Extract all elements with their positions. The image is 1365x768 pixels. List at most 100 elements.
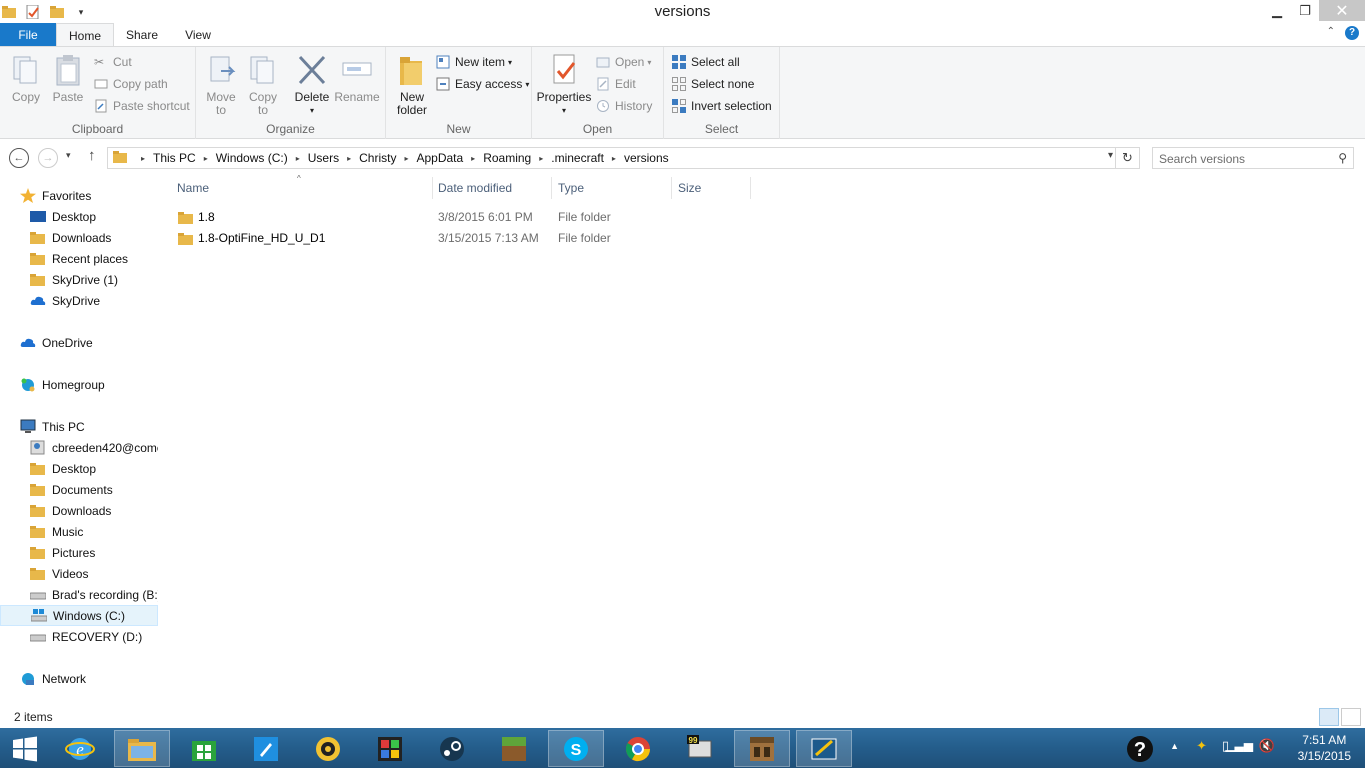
select-none-button[interactable]: Select none	[672, 74, 754, 94]
tab-home[interactable]: Home	[56, 23, 114, 48]
breadcrumb-item[interactable]: Users	[308, 151, 339, 165]
nav-pc-item[interactable]: RECOVERY (D:)	[0, 626, 158, 647]
network-signal-icon[interactable]: ▁▃▅	[1225, 738, 1253, 752]
copy-path-button[interactable]: Copy path	[94, 74, 168, 94]
media-player-icon[interactable]	[300, 730, 356, 767]
nav-fav-item[interactable]: Downloads	[0, 227, 158, 248]
volume-muted-icon[interactable]: 🔇	[1259, 738, 1275, 754]
column-size[interactable]: Size	[678, 175, 701, 201]
back-arrow-icon[interactable]: ←	[9, 148, 29, 168]
collapse-ribbon-icon[interactable]: ⌃	[1327, 26, 1335, 40]
store-icon[interactable]	[176, 730, 232, 767]
copy-button[interactable]: Copy	[8, 53, 44, 104]
puzzle-app-icon[interactable]	[362, 730, 418, 767]
cut-button[interactable]: ✂ Cut	[94, 52, 132, 72]
breadcrumb-separator-icon[interactable]: ▸	[612, 154, 616, 163]
breadcrumb-item[interactable]: Christy	[359, 151, 396, 165]
minecraft-icon[interactable]	[486, 730, 542, 767]
search-input[interactable]: Search versions ⚲	[1152, 147, 1354, 169]
nav-homegroup[interactable]: Homegroup	[0, 374, 158, 395]
nav-pc-item[interactable]: Brad's recording (B:)	[0, 584, 158, 605]
breadcrumb-item[interactable]: .minecraft	[551, 151, 604, 165]
address-bar[interactable]: ▸ This PC ▸ Windows (C:) ▸ Users ▸ Christy ▸ AppD…	[107, 147, 1140, 169]
up-arrow-icon[interactable]: ↑	[88, 147, 96, 164]
column-date-modified[interactable]: Date modified	[438, 175, 512, 201]
monitor-app-icon[interactable]: 99	[672, 730, 728, 767]
breadcrumb-item[interactable]: This PC	[153, 151, 196, 165]
history-button[interactable]: History	[596, 96, 652, 116]
drawing-app-icon[interactable]	[796, 730, 852, 767]
breadcrumb-item[interactable]: Roaming	[483, 151, 531, 165]
tab-view[interactable]: View	[176, 23, 220, 47]
start-button[interactable]	[0, 730, 50, 767]
maximize-icon[interactable]: ❐	[1291, 0, 1319, 21]
nav-favorites[interactable]: Favorites	[0, 185, 158, 206]
breadcrumb-item[interactable]: AppData	[416, 151, 463, 165]
nav-fav-item[interactable]: Recent places	[0, 248, 158, 269]
address-dropdown-icon[interactable]: ▾	[1108, 150, 1113, 161]
breadcrumb-separator-icon[interactable]: ▸	[347, 154, 351, 163]
nav-pc-item[interactable]: Videos	[0, 563, 158, 584]
rename-button[interactable]: Rename	[334, 53, 380, 104]
nav-pc-item[interactable]: Documents	[0, 479, 158, 500]
file-row[interactable]: 1.8 3/8/2015 6:01 PM File folder	[172, 207, 632, 228]
breadcrumb-item[interactable]: Windows (C:)	[216, 151, 288, 165]
invert-selection-button[interactable]: Invert selection	[672, 96, 772, 116]
column-divider[interactable]	[750, 177, 751, 199]
file-row[interactable]: 1.8-OptiFine_HD_U_D1 3/15/2015 7:13 AM Fil…	[172, 228, 632, 249]
breadcrumb-separator-icon[interactable]: ▸	[539, 154, 543, 163]
crafting-table-icon[interactable]	[734, 730, 790, 767]
tray-app-icon[interactable]: ✦	[1196, 738, 1207, 754]
column-name[interactable]: Name	[177, 175, 209, 201]
nav-pc-item[interactable]: Windows (C:)	[0, 605, 158, 626]
delete-dropdown-icon[interactable]: ▾	[292, 104, 332, 117]
column-divider[interactable]	[432, 177, 433, 199]
tab-file[interactable]: File	[0, 23, 56, 47]
nav-onedrive[interactable]: OneDrive	[0, 332, 158, 353]
chrome-icon[interactable]	[610, 730, 666, 767]
nav-pc-item[interactable]: Pictures	[0, 542, 158, 563]
edit-button[interactable]: Edit	[596, 74, 636, 94]
minimize-icon[interactable]: ▁	[1263, 0, 1291, 21]
refresh-icon[interactable]: ↻	[1115, 148, 1139, 168]
help-icon[interactable]: ?	[1345, 26, 1359, 40]
column-type[interactable]: Type	[558, 175, 584, 201]
internet-explorer-icon[interactable]: e	[52, 730, 108, 767]
breadcrumb-separator-icon[interactable]: ▸	[404, 154, 408, 163]
paste-shortcut-button[interactable]: Paste shortcut	[94, 96, 190, 116]
nav-pc-item[interactable]: cbreeden420@comc	[0, 437, 158, 458]
nav-network[interactable]: Network	[0, 668, 158, 689]
skype-icon[interactable]: S	[548, 730, 604, 767]
nav-pc-item[interactable]: Downloads	[0, 500, 158, 521]
breadcrumb-separator-icon[interactable]: ▸	[141, 154, 145, 163]
tray-overflow-icon[interactable]: ▲	[1170, 741, 1179, 751]
easy-access-button[interactable]: Easy access ▾	[436, 74, 529, 94]
steam-icon[interactable]	[424, 730, 480, 767]
breadcrumb-separator-icon[interactable]: ▸	[204, 154, 208, 163]
select-all-button[interactable]: Select all	[672, 52, 740, 72]
properties-button[interactable]: Properties ▾	[536, 53, 592, 117]
new-folder-button[interactable]: New folder	[392, 53, 432, 117]
nav-fav-item[interactable]: SkyDrive	[0, 290, 158, 311]
properties-dropdown-icon[interactable]: ▾	[536, 104, 592, 117]
recent-locations-icon[interactable]: ▾	[66, 150, 71, 161]
delete-button[interactable]: Delete ▾	[292, 53, 332, 117]
new-item-button[interactable]: New item ▾	[436, 52, 512, 72]
nav-pc-item[interactable]: Desktop	[0, 458, 158, 479]
column-divider[interactable]	[671, 177, 672, 199]
column-divider[interactable]	[551, 177, 552, 199]
open-button[interactable]: Open ▾	[596, 52, 651, 72]
nav-this-pc[interactable]: This PC	[0, 416, 158, 437]
details-view-icon[interactable]	[1319, 708, 1339, 726]
paste-button[interactable]: Paste	[50, 53, 86, 104]
nav-pc-item[interactable]: Music	[0, 521, 158, 542]
close-icon[interactable]: ✕	[1319, 0, 1365, 21]
breadcrumb-item[interactable]: versions	[624, 151, 669, 165]
large-icons-view-icon[interactable]	[1341, 708, 1361, 726]
rocket-app-icon[interactable]	[238, 730, 294, 767]
breadcrumb-separator-icon[interactable]: ▸	[296, 154, 300, 163]
breadcrumb-separator-icon[interactable]: ▸	[471, 154, 475, 163]
nav-fav-item[interactable]: Desktop	[0, 206, 158, 227]
tab-share[interactable]: Share	[118, 23, 166, 47]
move-to-button[interactable]: Move to	[200, 53, 242, 117]
